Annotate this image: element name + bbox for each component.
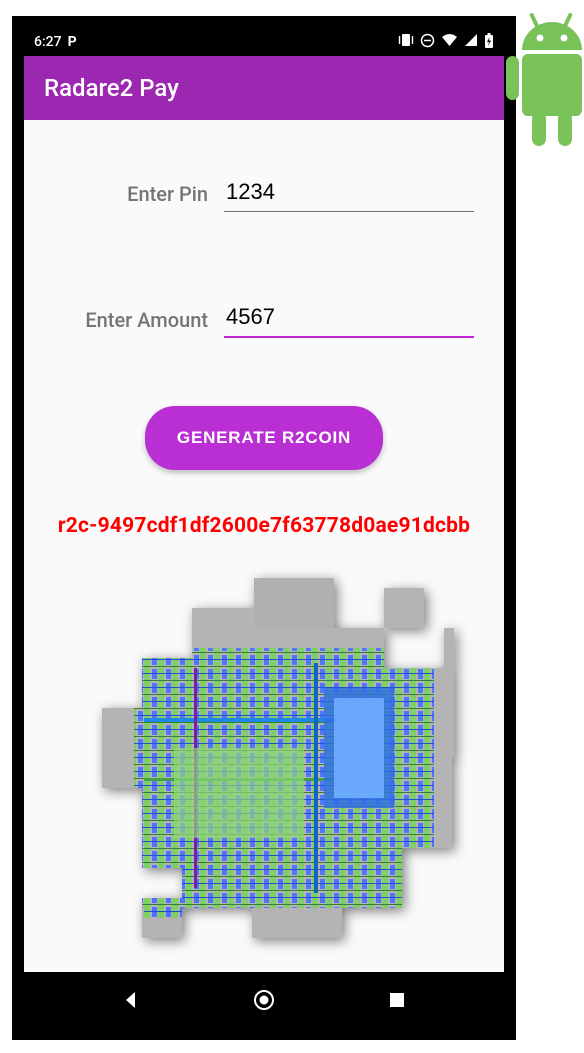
wifi-icon (441, 33, 458, 51)
battery-icon (484, 33, 494, 52)
amount-label: Enter Amount (54, 308, 224, 338)
pin-label: Enter Pin (54, 182, 224, 212)
visualization-image (74, 568, 454, 948)
status-p-badge: P (68, 34, 77, 50)
device-frame: 6:27 P (14, 18, 514, 1038)
nav-recent-button[interactable] (383, 986, 411, 1014)
amount-row: Enter Amount (54, 300, 474, 338)
nav-back-button[interactable] (117, 986, 145, 1014)
pin-row: Enter Pin (54, 175, 474, 212)
status-time: 6:27 (34, 34, 62, 50)
status-bar: 6:27 P (24, 28, 504, 56)
nav-bar (24, 972, 504, 1028)
nav-home-button[interactable] (250, 986, 278, 1014)
generate-button[interactable]: GENERATE R2COIN (145, 406, 383, 470)
dnd-icon (420, 33, 435, 52)
app-title: Radare2 Pay (44, 74, 179, 102)
amount-input[interactable] (224, 300, 474, 338)
result-code: r2c-9497cdf1df2600e7f63778d0ae91dcbb (54, 514, 474, 538)
signal-icon (464, 33, 478, 51)
android-robot-icon (502, 0, 584, 160)
app-bar: Radare2 Pay (24, 56, 504, 120)
vibrate-icon (398, 33, 414, 51)
pin-input[interactable] (224, 175, 474, 212)
main-content: Enter Pin Enter Amount GENERATE R2COIN r… (24, 120, 504, 948)
